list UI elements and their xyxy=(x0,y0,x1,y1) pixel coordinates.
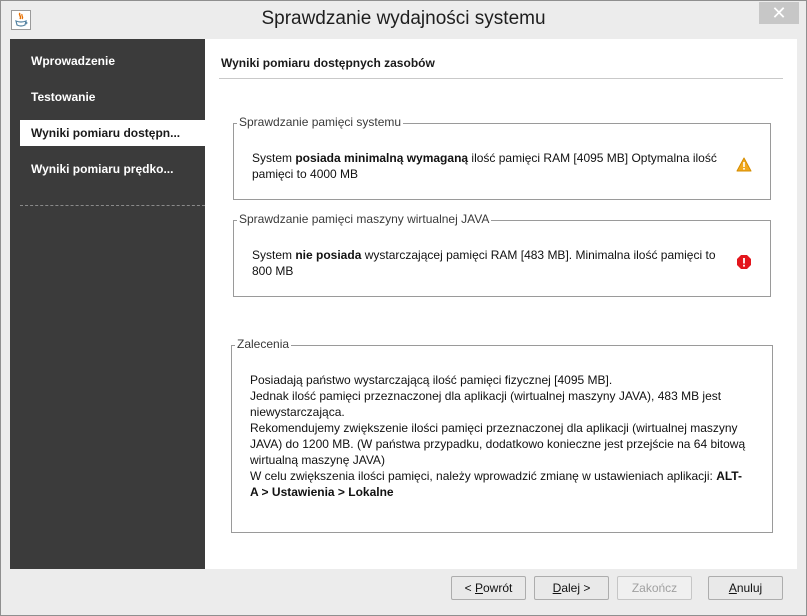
page-title: Wyniki pomiaru dostępnych zasobów xyxy=(221,56,435,70)
sidebar-divider xyxy=(20,205,205,206)
sidebar-item-introduction[interactable]: Wprowadzenie xyxy=(20,48,205,74)
recommendations-group: Zalecenia Posiadają państwo wystarczając… xyxy=(231,337,773,533)
error-icon xyxy=(736,254,752,274)
wizard-steps-sidebar: Wprowadzenie Testowanie Wyniki pomiaru d… xyxy=(10,39,205,569)
main-panel: Wyniki pomiaru dostępnych zasobów Sprawd… xyxy=(205,39,797,569)
window-title: Sprawdzanie wydajności systemu xyxy=(261,8,546,29)
cancel-button[interactable]: Anuluj xyxy=(708,576,783,600)
sidebar-item-speed-results[interactable]: Wyniki pomiaru prędko... xyxy=(20,156,205,182)
recommendations-text: Posiadają państwo wystarczającą ilość pa… xyxy=(250,373,746,499)
close-icon: ✕ xyxy=(771,3,787,23)
system-memory-title: Sprawdzanie pamięci systemu xyxy=(237,115,404,129)
jvm-memory-message: System nie posiada wystarczającej pamięc… xyxy=(252,248,716,278)
sidebar-item-resource-results[interactable]: Wyniki pomiaru dostępn... xyxy=(20,120,205,146)
system-memory-message: System posiada minimalną wymaganą ilość … xyxy=(252,151,717,181)
heading-divider xyxy=(219,78,783,79)
sidebar-item-testing[interactable]: Testowanie xyxy=(20,84,205,110)
recommendations-title: Zalecenia xyxy=(235,337,292,351)
wizard-footer: < Powrót Dalej > Zakończ Anuluj xyxy=(10,569,797,609)
jvm-memory-title: Sprawdzanie pamięci maszyny wirtualnej J… xyxy=(237,212,492,226)
back-button[interactable]: < Powrót xyxy=(451,576,526,600)
finish-button[interactable]: Zakończ xyxy=(617,576,692,600)
jvm-memory-group: Sprawdzanie pamięci maszyny wirtualnej J… xyxy=(233,212,771,297)
warning-icon xyxy=(736,157,752,176)
close-button[interactable]: ✕ xyxy=(759,2,799,24)
title-bar: Sprawdzanie wydajności systemu ✕ xyxy=(1,1,806,39)
next-button[interactable]: Dalej > xyxy=(534,576,609,600)
installer-window: Sprawdzanie wydajności systemu ✕ Wprowad… xyxy=(0,0,807,616)
system-memory-group: Sprawdzanie pamięci systemu System posia… xyxy=(233,115,771,200)
